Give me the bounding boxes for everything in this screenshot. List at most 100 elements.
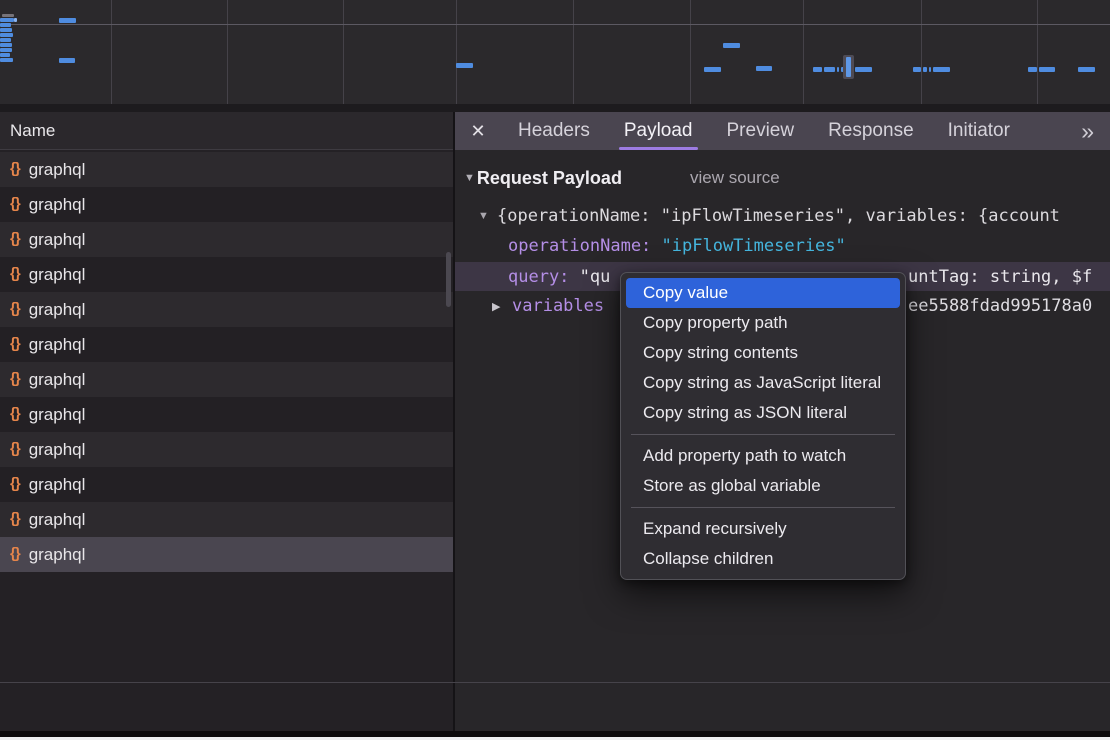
request-name-label: graphql	[29, 195, 86, 215]
section-title: Request Payload	[477, 168, 622, 189]
network-timing-bar	[1078, 67, 1095, 72]
tab-response[interactable]: Response	[811, 112, 931, 150]
tab-headers[interactable]: Headers	[501, 112, 607, 150]
request-name-label: graphql	[29, 545, 86, 565]
request-payload-header[interactable]: ▼ Request Payload view source	[455, 163, 1110, 193]
json-braces-icon: {}	[10, 160, 20, 177]
network-timing-bar	[704, 67, 721, 72]
menu-item-add-property-path-to-watch[interactable]: Add property path to watch	[621, 441, 905, 471]
network-timing-bar	[0, 43, 12, 47]
json-braces-icon: {}	[10, 265, 20, 282]
request-row[interactable]: {} graphql	[0, 467, 453, 502]
json-braces-icon: {}	[10, 440, 20, 457]
network-timing-bar	[0, 38, 11, 42]
request-row[interactable]: {}graphql	[0, 257, 453, 292]
json-braces-icon: {}	[10, 195, 20, 212]
menu-item-copy-string-as-javascript-literal[interactable]: Copy string as JavaScript literal	[621, 368, 905, 398]
timeline-gridline	[803, 0, 804, 104]
payload-summary-row[interactable]: ▼ {operationName: "ipFlowTimeseries", va…	[455, 201, 1110, 231]
expand-triangle-icon: ▶	[492, 300, 500, 313]
network-timing-bar	[0, 58, 13, 62]
menu-item-copy-property-path[interactable]: Copy property path	[621, 308, 905, 338]
property-key: operationName:	[508, 236, 662, 256]
menu-item-copy-string-as-json-literal[interactable]: Copy string as JSON literal	[621, 398, 905, 428]
request-list-panel: Name {}graphql{}graphql{}graphql{}graphq…	[0, 112, 453, 731]
network-timing-bar	[0, 48, 12, 52]
network-timing-bar	[0, 28, 12, 32]
request-name-label: graphql	[29, 230, 86, 250]
network-timing-bar	[0, 53, 10, 57]
network-timing-bar	[929, 67, 931, 72]
tab-preview[interactable]: Preview	[710, 112, 812, 150]
request-row[interactable]: {} graphql	[0, 222, 453, 257]
json-braces-icon: {}	[10, 335, 20, 352]
request-row[interactable]: {} graphql	[0, 187, 453, 222]
menu-item-store-as-global-variable[interactable]: Store as global variable	[621, 471, 905, 501]
network-timing-bar	[855, 67, 872, 72]
timeline-gridline	[690, 0, 691, 104]
menu-item-collapse-children[interactable]: Collapse children	[621, 544, 905, 574]
network-overview-timeline[interactable]	[0, 0, 1110, 104]
network-timing-bar	[1028, 67, 1037, 72]
request-row[interactable]: {}graphql	[0, 362, 453, 397]
context-menu: Copy valueCopy property pathCopy string …	[620, 272, 906, 580]
request-name-label: graphql	[29, 440, 86, 460]
request-row[interactable]: {} graphql	[0, 537, 453, 572]
network-timing-bar	[456, 63, 473, 68]
network-timing-bar	[1039, 67, 1055, 72]
json-braces-icon: {}	[10, 475, 20, 492]
network-timing-bar	[923, 67, 927, 72]
network-timing-bar	[0, 33, 13, 37]
close-icon: ✕	[470, 121, 485, 142]
property-value-fragment: "qu	[580, 267, 611, 287]
query-entry-right: untTag: string, $f	[908, 267, 1092, 287]
footer-divider	[0, 682, 1110, 683]
name-column-header[interactable]: Name	[0, 112, 453, 150]
tab-payload[interactable]: Payload	[607, 112, 710, 150]
close-panel-button[interactable]: ✕	[455, 112, 501, 150]
json-braces-icon: {}	[10, 545, 20, 562]
request-row[interactable]: {} graphql	[0, 327, 453, 362]
request-row[interactable]: {} graphql	[0, 152, 453, 187]
more-tabs-button[interactable]: »	[1065, 112, 1110, 150]
network-timing-bar	[0, 23, 11, 27]
timeline-gridline	[456, 0, 457, 104]
timeline-gridline	[1037, 0, 1038, 104]
network-timing-bar	[913, 67, 921, 72]
json-braces-icon: {}	[10, 230, 20, 247]
network-timing-bar	[59, 18, 76, 23]
tab-initiator[interactable]: Initiator	[931, 112, 1027, 150]
menu-item-copy-string-contents[interactable]: Copy string contents	[621, 338, 905, 368]
request-row[interactable]: {}graphql	[0, 397, 453, 432]
operation-name-entry: operationName: "ipFlowTimeseries"	[508, 236, 846, 256]
timeline-gridline	[111, 0, 112, 104]
json-braces-icon: {}	[10, 510, 20, 527]
list-scrollbar-thumb[interactable]	[446, 252, 451, 307]
request-name-label: graphql	[29, 300, 86, 320]
view-source-link[interactable]: view source	[690, 163, 780, 193]
timeline-bottom-strip	[0, 104, 1110, 112]
network-timing-bar	[846, 57, 851, 77]
request-name-label: graphql	[29, 160, 86, 180]
request-name-label: graphql	[29, 335, 86, 355]
property-value-string: "ipFlowTimeseries"	[662, 236, 846, 256]
variables-value-fragment: ee5588fdad995178a0	[908, 296, 1092, 316]
collapse-triangle-icon: ▼	[464, 172, 475, 184]
name-column-label: Name	[10, 121, 55, 141]
network-timing-bar	[14, 18, 17, 22]
request-rows: {} graphql {} graphql {} graphql {} graphql {} gr…	[0, 152, 453, 572]
chevron-double-right-icon: »	[1081, 118, 1094, 145]
network-timing-bar	[756, 66, 772, 71]
property-key: variables	[512, 296, 604, 316]
request-name-label: graphql	[29, 475, 86, 495]
request-row[interactable]: {}graphql	[0, 502, 453, 537]
query-entry-left: query: "qu	[508, 267, 610, 287]
menu-item-copy-value[interactable]: Copy value	[626, 278, 900, 308]
operation-name-row[interactable]: operationName: "ipFlowTimeseries"	[455, 231, 1110, 261]
menu-item-expand-recursively[interactable]: Expand recursively	[621, 514, 905, 544]
request-row[interactable]: {} graphql	[0, 292, 453, 327]
request-row[interactable]: {} graphql	[0, 432, 453, 467]
timeline-gridline	[921, 0, 922, 104]
json-braces-icon: {}	[10, 300, 20, 317]
property-key: query:	[508, 267, 580, 287]
